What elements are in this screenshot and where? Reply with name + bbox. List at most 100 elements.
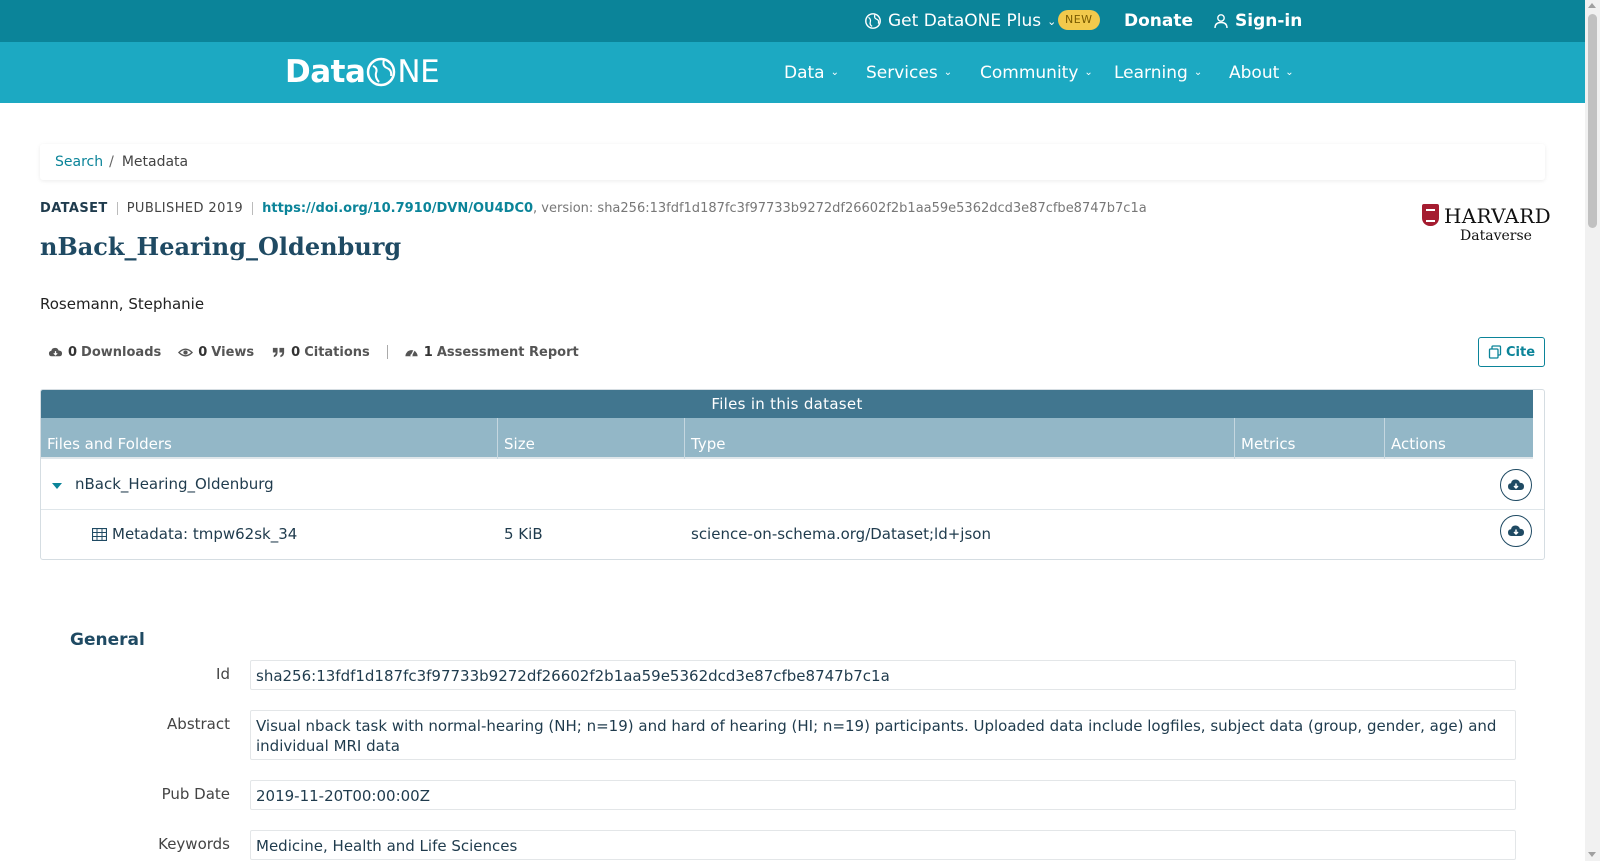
download-file-button[interactable] [1500, 515, 1532, 547]
table-row[interactable]: Metadata: tmpw62sk_34 5 KiB science-on-s… [41, 510, 1544, 559]
breadcrumb-separator: / [109, 154, 114, 170]
dataset-authors: Rosemann, Stephanie [40, 295, 205, 313]
logo-text-one: NE [397, 54, 440, 90]
chevron-down-icon: ⌄ [1084, 67, 1093, 78]
citations-count: 0 [291, 344, 301, 360]
nav-community-label: Community [980, 62, 1079, 83]
breadcrumb-current: Metadata [121, 154, 189, 170]
nav-community[interactable]: Community ⌄ [980, 42, 1093, 103]
field-label-pub-date: Pub Date [161, 785, 230, 803]
dashboard-gauge-icon [405, 349, 418, 356]
sign-in-link[interactable]: Sign-in [1213, 0, 1302, 42]
views-label: Views [211, 344, 255, 360]
column-header-size: Size [498, 418, 685, 459]
files-table: Files in this dataset Files and Folders … [40, 389, 1545, 560]
get-dataone-plus-label: Get DataONE Plus [888, 11, 1042, 31]
file-name[interactable]: Metadata: tmpw62sk_34 [112, 525, 297, 543]
user-icon [1214, 14, 1228, 29]
nav-learning-label: Learning [1114, 62, 1188, 83]
nav-services-label: Services [866, 62, 938, 83]
column-header-type: Type [685, 418, 1235, 459]
cloud-download-icon [48, 347, 63, 356]
cloud-download-icon [1508, 525, 1524, 536]
column-header-metrics: Metrics [1235, 418, 1385, 459]
get-dataone-plus-menu[interactable]: Get DataONE Plus ⌄ [864, 0, 1056, 42]
dataone-logo[interactable]: Data NE [285, 54, 440, 90]
copy-icon [1488, 345, 1502, 359]
dataset-title: nBack_Hearing_Oldenburg [40, 232, 402, 261]
breadcrumb-search-link[interactable]: Search [55, 154, 103, 170]
chevron-down-icon: ⌄ [1047, 14, 1057, 28]
caret-down-icon[interactable] [52, 483, 62, 489]
file-size: 5 KiB [504, 525, 543, 543]
chevron-down-icon: ⌄ [830, 67, 839, 78]
globe-icon [865, 13, 881, 29]
cite-button[interactable]: Cite [1478, 337, 1545, 367]
new-badge: NEW [1058, 10, 1100, 30]
assessment-metric[interactable]: 1 Assessment Report [404, 345, 579, 360]
field-label-keywords: Keywords [158, 835, 230, 853]
nav-learning[interactable]: Learning ⌄ [1114, 42, 1202, 103]
nav-about[interactable]: About ⌄ [1229, 42, 1294, 103]
downloads-count: 0 [68, 344, 78, 360]
published-label: PUBLISHED 2019 [126, 200, 244, 216]
column-header-actions: Actions [1391, 435, 1446, 453]
eye-icon [178, 348, 194, 356]
field-value-pub-date: 2019-11-20T00:00:00Z [250, 780, 1516, 810]
dataset-meta-line: DATASET PUBLISHED 2019 https://doi.org/1… [40, 200, 1147, 216]
field-value-keywords: Medicine, Health and Life Sciences [250, 830, 1516, 860]
scroll-down-arrow-icon[interactable] [1588, 852, 1596, 857]
version-label: , version: sha256:13fdf1d187fc3f97733b92… [533, 200, 1147, 216]
dataset-type-label: DATASET [40, 200, 108, 216]
field-label-id: Id [216, 665, 230, 683]
citations-label: Citations [304, 344, 370, 360]
harvard-shield-icon [1422, 204, 1439, 226]
assessment-label: Assessment Report [436, 344, 579, 360]
scroll-up-arrow-icon[interactable] [1588, 3, 1596, 8]
folder-row[interactable]: nBack_Hearing_Oldenburg [41, 460, 1544, 510]
dataset-metrics: 0 Downloads 0 Views 0 Citations 1 Assess… [48, 343, 596, 361]
doi-link[interactable]: https://doi.org/10.7910/DVN/OU4DC0 [262, 201, 533, 216]
cite-button-label: Cite [1505, 344, 1536, 360]
logo-text-data: Data [285, 54, 366, 90]
field-label-abstract: Abstract [167, 715, 230, 733]
page-scrollbar[interactable] [1585, 0, 1600, 861]
field-value-abstract: Visual nback task with normal-hearing (N… [250, 710, 1516, 760]
files-table-header: Files and Folders Size Type Metrics Acti… [41, 418, 1533, 459]
quote-icon [273, 347, 285, 357]
nav-services[interactable]: Services ⌄ [866, 42, 952, 103]
downloads-label: Downloads [81, 344, 162, 360]
harvard-dataverse-logo[interactable]: HARVARD Dataverse [1422, 204, 1551, 246]
field-value-id: sha256:13fdf1d187fc3f97733b9272df26602f2… [250, 660, 1516, 690]
nav-data-label: Data [784, 62, 825, 83]
main-navigation: Data NE Data ⌄ Services ⌄ Community ⌄ Le… [0, 42, 1585, 103]
breadcrumb: Search / Metadata [40, 144, 1545, 180]
divider [116, 201, 118, 215]
divider [252, 201, 254, 215]
file-type: science-on-schema.org/Dataset;ld+json [691, 525, 991, 543]
chevron-down-icon: ⌄ [1285, 67, 1294, 78]
general-section-title: General [70, 630, 145, 650]
nav-about-label: About [1229, 62, 1280, 83]
table-icon [92, 528, 107, 541]
globe-logo-icon [367, 57, 396, 87]
nav-data[interactable]: Data ⌄ [784, 42, 839, 103]
views-count: 0 [198, 344, 208, 360]
divider [386, 345, 388, 359]
column-header-files: Files and Folders [41, 418, 498, 459]
download-folder-button[interactable] [1500, 469, 1532, 501]
assessment-count: 1 [423, 344, 433, 360]
views-metric[interactable]: 0 Views [178, 345, 254, 360]
donate-link[interactable]: Donate [1124, 0, 1193, 42]
repository-name: HARVARD [1444, 204, 1551, 228]
repository-sub: Dataverse [1460, 228, 1532, 244]
folder-name[interactable]: nBack_Hearing_Oldenburg [75, 475, 274, 493]
downloads-metric[interactable]: 0 Downloads [48, 345, 161, 360]
chevron-down-icon: ⌄ [943, 67, 953, 78]
utility-bar: Get DataONE Plus ⌄ NEW Donate Sign-in [0, 0, 1585, 42]
sign-in-label: Sign-in [1235, 11, 1303, 31]
scrollbar-thumb[interactable] [1588, 14, 1597, 228]
citations-metric[interactable]: 0 Citations [271, 345, 370, 360]
chevron-down-icon: ⌄ [1193, 67, 1203, 78]
files-table-title: Files in this dataset [41, 390, 1533, 418]
